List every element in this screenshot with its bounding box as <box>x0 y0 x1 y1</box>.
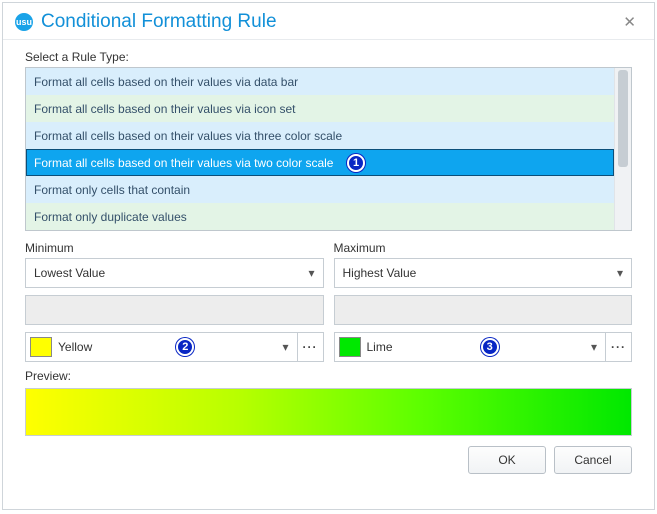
rule-type-item-selected[interactable]: Format all cells based on their values v… <box>26 149 614 176</box>
minimum-color-more-button[interactable]: ··· <box>298 332 324 362</box>
conditional-formatting-dialog: usu Conditional Formatting Rule ✕ Select… <box>2 2 655 510</box>
rule-type-label: Select a Rule Type: <box>25 50 632 64</box>
chevron-down-icon: ▾ <box>282 340 288 354</box>
rule-type-list: Format all cells based on their values v… <box>25 67 632 231</box>
maximum-type-value: Highest Value <box>343 266 417 280</box>
maximum-type-select[interactable]: Highest Value ▾ <box>334 258 633 288</box>
minimum-color-name: Yellow <box>58 340 92 354</box>
dialog-footer: OK Cancel <box>25 436 632 474</box>
chevron-down-icon: ▾ <box>591 340 597 354</box>
scrollbar-thumb[interactable] <box>618 70 628 167</box>
scrollbar[interactable] <box>614 68 631 230</box>
maximum-label: Maximum <box>334 241 633 255</box>
minimum-color-select[interactable]: Yellow 2 ▾ <box>25 332 298 362</box>
chevron-down-icon: ▾ <box>308 266 314 280</box>
minimum-color-swatch <box>30 337 52 357</box>
callout-1: 1 <box>347 154 365 172</box>
chevron-down-icon: ▾ <box>617 266 623 280</box>
maximum-color-select[interactable]: Lime 3 ▾ <box>334 332 607 362</box>
minimum-type-select[interactable]: Lowest Value ▾ <box>25 258 324 288</box>
preview-box <box>25 388 632 436</box>
minimum-type-value: Lowest Value <box>34 266 105 280</box>
titlebar: usu Conditional Formatting Rule ✕ <box>3 3 654 40</box>
cancel-button[interactable]: Cancel <box>554 446 632 474</box>
rule-type-item[interactable]: Format all cells based on their values v… <box>26 122 614 149</box>
minimum-label: Minimum <box>25 241 324 255</box>
dialog-title: Conditional Formatting Rule <box>41 11 617 33</box>
maximum-color-swatch <box>339 337 361 357</box>
rule-type-list-items: Format all cells based on their values v… <box>26 68 614 230</box>
minimum-value-input <box>25 295 324 325</box>
callout-2: 2 <box>176 338 194 356</box>
preview-gradient <box>26 389 631 435</box>
callout-3: 3 <box>481 338 499 356</box>
close-icon[interactable]: ✕ <box>617 11 642 33</box>
rule-type-item[interactable]: Format only duplicate values <box>26 203 614 230</box>
maximum-color-name: Lime <box>367 340 393 354</box>
app-icon: usu <box>15 13 33 31</box>
maximum-color-more-button[interactable]: ··· <box>606 332 632 362</box>
rule-type-item-label: Format all cells based on their values v… <box>34 156 333 170</box>
rule-type-item[interactable]: Format only cells that contain <box>26 176 614 203</box>
dialog-content: Select a Rule Type: Format all cells bas… <box>3 40 654 509</box>
preview-label: Preview: <box>25 369 632 383</box>
rule-type-item[interactable]: Format all cells based on their values v… <box>26 95 614 122</box>
maximum-value-input <box>334 295 633 325</box>
ok-button[interactable]: OK <box>468 446 546 474</box>
rule-type-item[interactable]: Format all cells based on their values v… <box>26 68 614 95</box>
